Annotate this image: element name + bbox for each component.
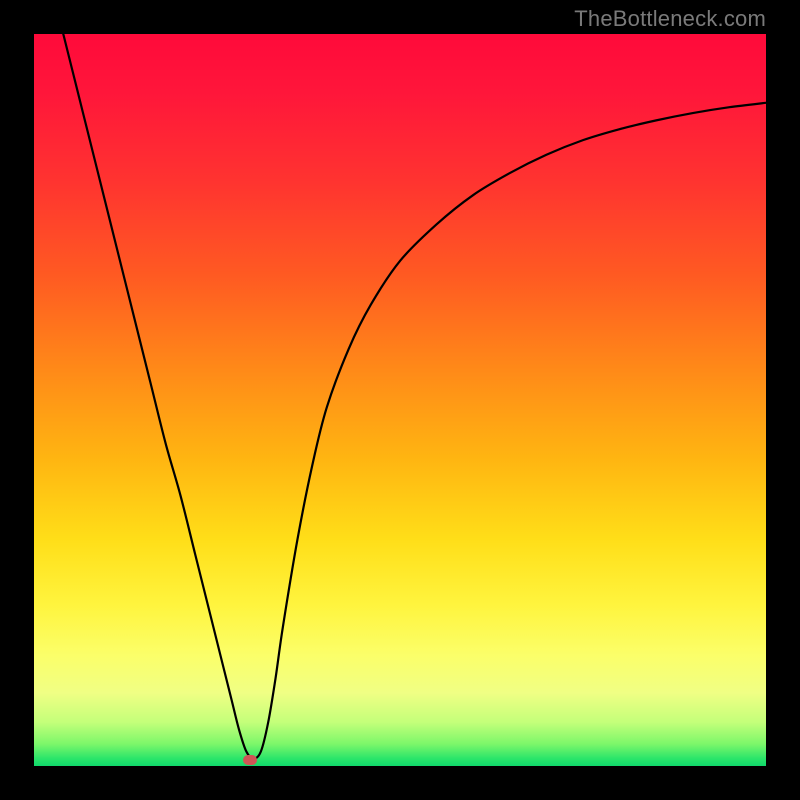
plot-area: [34, 34, 766, 766]
optimum-marker: [243, 755, 257, 765]
watermark-text: TheBottleneck.com: [574, 6, 766, 32]
chart-frame: TheBottleneck.com: [0, 0, 800, 800]
bottleneck-curve: [34, 34, 766, 766]
